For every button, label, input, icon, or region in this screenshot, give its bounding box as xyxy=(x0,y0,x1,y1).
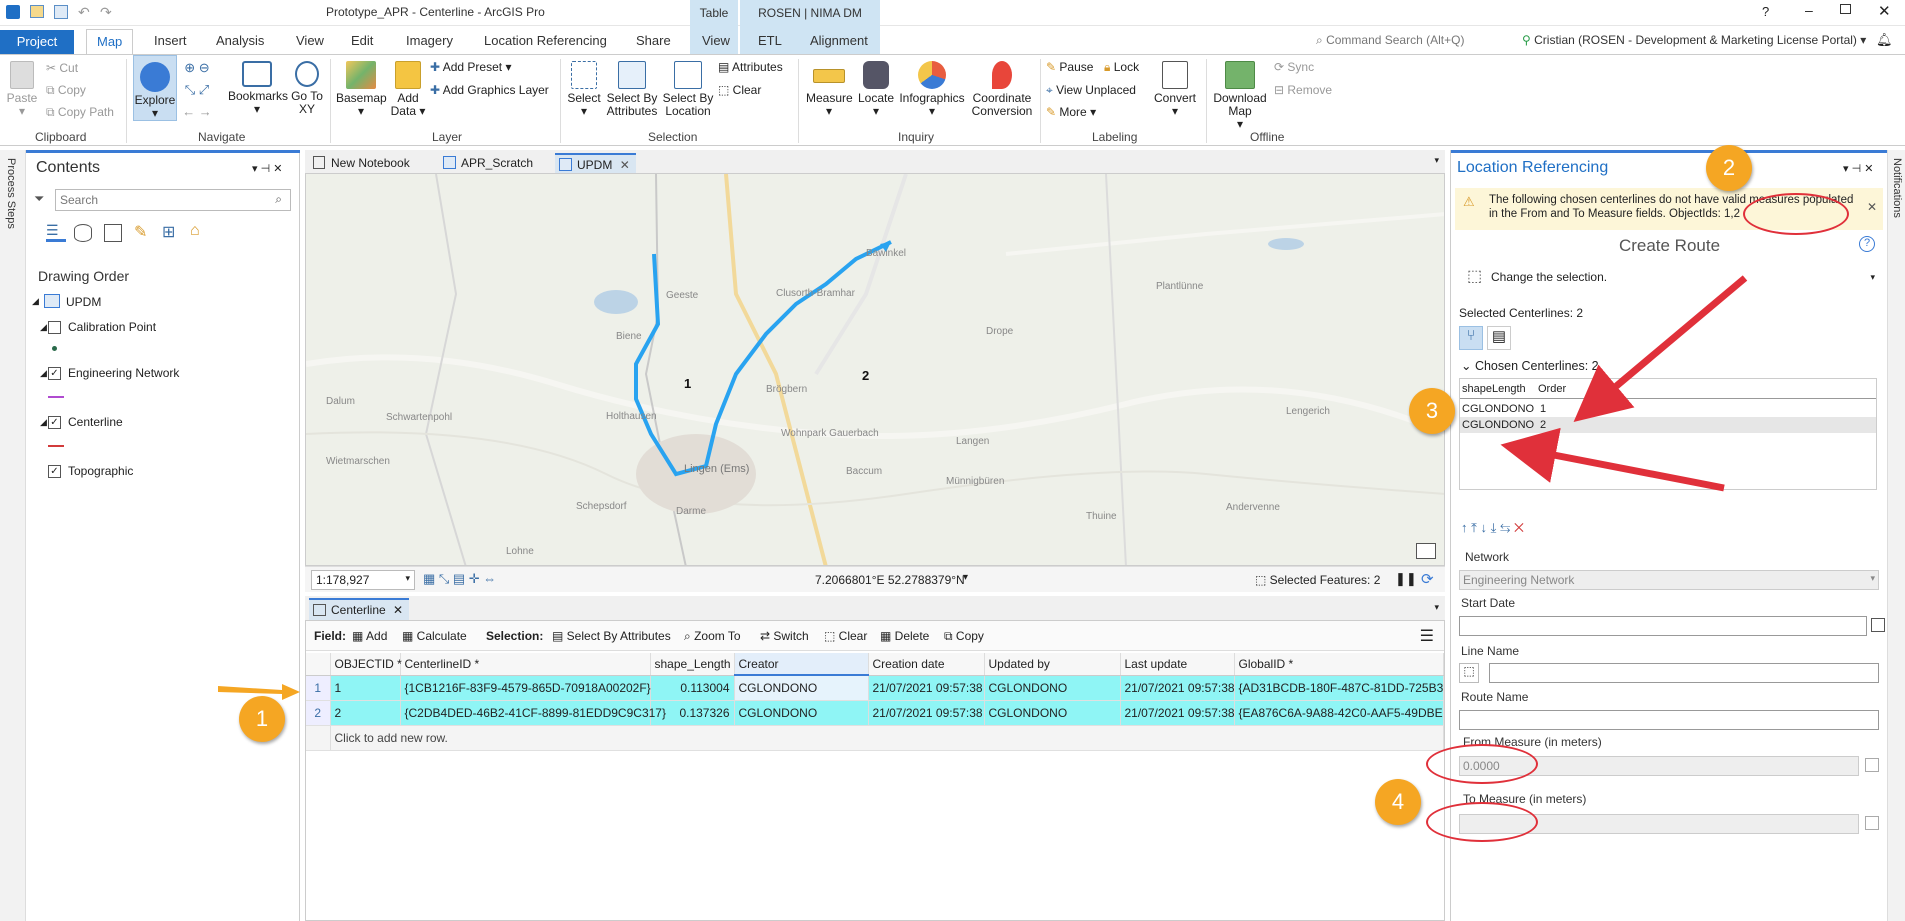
red-highlight-objectids xyxy=(1743,193,1849,235)
callout-1: 1 xyxy=(239,696,285,742)
red-highlight-to-measure xyxy=(1426,802,1538,842)
red-highlight-from-measure xyxy=(1426,744,1538,784)
callout-2: 2 xyxy=(1706,145,1752,191)
callout-4: 4 xyxy=(1375,779,1421,825)
red-arrow xyxy=(1573,275,1748,423)
annotation-arrows xyxy=(218,275,1748,700)
callout-3: 3 xyxy=(1409,388,1455,434)
red-arrow xyxy=(1500,427,1725,492)
